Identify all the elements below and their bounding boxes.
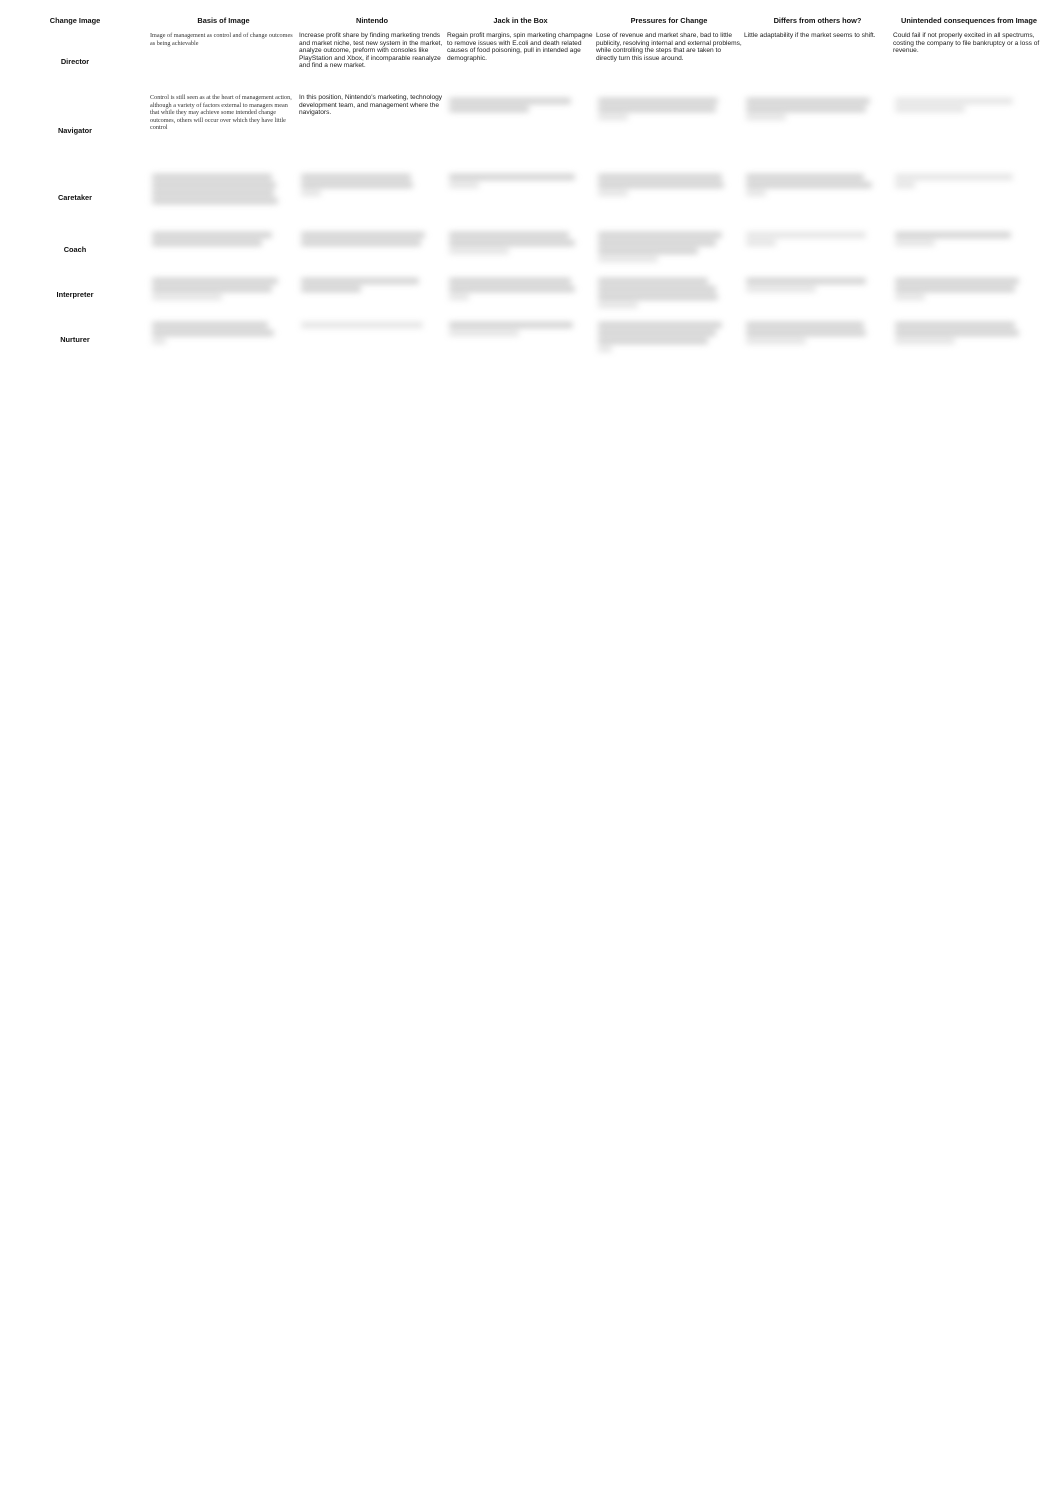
table-row-interpreter: Interpreter (1, 272, 1046, 316)
blurred-text (893, 274, 1045, 300)
table-row-director: Director Image of management as control … (1, 30, 1046, 92)
blurred-text (893, 228, 1045, 246)
cell-blurred (892, 272, 1046, 316)
table-row-coach: Coach (1, 226, 1046, 272)
cell-blurred (892, 168, 1046, 226)
row-label: Navigator (57, 125, 93, 135)
cell-blurred (149, 168, 298, 226)
cell-pressures: Lose of revenue and market share, bad to… (596, 32, 742, 62)
cell-blurred (446, 226, 595, 272)
blurred-text (447, 170, 594, 188)
header-unintended-consequences: Unintended consequences from Image (901, 15, 1037, 25)
blurred-text (893, 170, 1045, 188)
blurred-text (596, 274, 742, 308)
cell-blurred (298, 272, 446, 316)
cell-blurred (149, 272, 298, 316)
cell-blurred (149, 316, 298, 362)
cell-differs: Little adaptability if the market seems … (744, 32, 876, 39)
blurred-text (744, 274, 891, 292)
cell-blurred (595, 226, 743, 272)
header-pressures-for-change: Pressures for Change (630, 15, 708, 25)
cell-blurred (595, 168, 743, 226)
cell-blurred (595, 316, 743, 362)
blurred-text (447, 274, 594, 300)
blurred-text (299, 274, 445, 292)
blurred-text (893, 94, 1045, 112)
blurred-text (744, 170, 891, 196)
row-label: Caretaker (57, 192, 93, 202)
blurred-text (744, 228, 891, 246)
row-label: Interpreter (56, 289, 94, 299)
cell-blurred (446, 168, 595, 226)
row-label: Nurturer (60, 334, 90, 344)
blurred-text (150, 274, 297, 300)
header-nintendo: Nintendo (355, 15, 389, 25)
header-jack-in-the-box: Jack in the Box (493, 15, 548, 25)
blurred-text (299, 170, 445, 196)
cell-basis: Control is still seen as at the heart of… (150, 94, 292, 131)
blurred-text (299, 318, 445, 328)
cell-jack-in-the-box: Regain profit margins, spin marketing ch… (447, 32, 593, 62)
blurred-text (150, 228, 297, 246)
blurred-text (893, 318, 1045, 344)
document-page: Change Image Basis of Image Nintendo Jac… (0, 0, 1062, 1506)
cell-blurred (743, 272, 892, 316)
blurred-text (596, 228, 742, 262)
table-row-navigator: Navigator Control is still seen as at th… (1, 92, 1046, 168)
cell-blurred (595, 92, 743, 168)
cell-blurred (446, 92, 595, 168)
table-row-caretaker: Caretaker (1, 168, 1046, 226)
blurred-text (596, 94, 742, 120)
blurred-text (596, 170, 742, 196)
cell-nintendo: In this position, Nintendo's marketing, … (299, 94, 443, 117)
cell-blurred (298, 316, 446, 362)
table-header-row: Change Image Basis of Image Nintendo Jac… (1, 10, 1046, 30)
cell-blurred (892, 92, 1046, 168)
blurred-text (744, 318, 891, 344)
cell-nintendo: Increase profit share by finding marketi… (299, 32, 443, 70)
blurred-text (150, 170, 297, 204)
blurred-text (596, 318, 742, 352)
cell-blurred (298, 168, 446, 226)
cell-blurred (595, 272, 743, 316)
change-image-table: Change Image Basis of Image Nintendo Jac… (1, 10, 1046, 362)
blurred-text (447, 318, 594, 336)
cell-blurred (743, 226, 892, 272)
cell-blurred (892, 226, 1046, 272)
blurred-text (150, 318, 297, 344)
blurred-text (299, 228, 445, 246)
header-change-image: Change Image (49, 15, 101, 25)
cell-blurred (446, 272, 595, 316)
cell-consequences: Could fail if not properly excited in al… (893, 32, 1040, 55)
table-row-nurturer: Nurturer (1, 316, 1046, 362)
blurred-text (744, 94, 891, 120)
cell-blurred (298, 226, 446, 272)
cell-basis: Image of management as control and of ch… (150, 32, 293, 47)
cell-blurred (446, 316, 595, 362)
cell-blurred (149, 226, 298, 272)
row-label: Director (60, 56, 90, 66)
cell-blurred (743, 316, 892, 362)
header-basis-of-image: Basis of Image (197, 15, 250, 25)
cell-blurred (743, 168, 892, 226)
cell-blurred (743, 92, 892, 168)
blurred-text (447, 94, 594, 112)
row-label: Coach (63, 244, 87, 254)
blurred-text (447, 228, 594, 254)
header-differs: Differs from others how? (773, 15, 862, 25)
cell-blurred (892, 316, 1046, 362)
